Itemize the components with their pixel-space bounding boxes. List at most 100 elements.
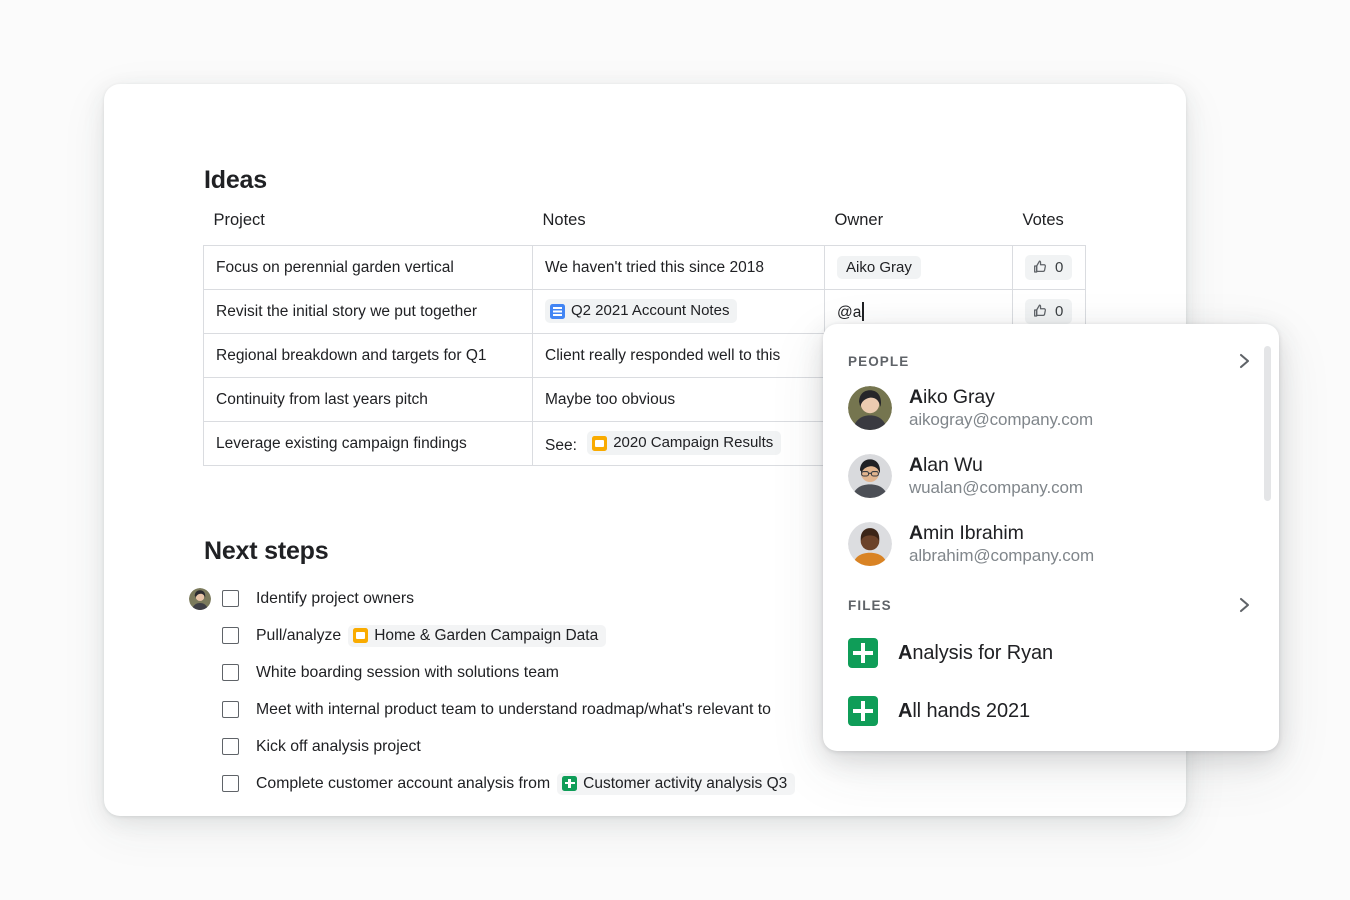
table-header-row: Project Notes Owner Votes	[204, 211, 1086, 246]
file-name-rest: ll hands 2021	[912, 700, 1030, 722]
vote-button[interactable]: 0	[1025, 299, 1072, 324]
notes-file-chip-label: 2020 Campaign Results	[613, 434, 773, 451]
cell-owner[interactable]: Aiko Gray	[825, 246, 1013, 290]
list-item-label: Kick off analysis project	[256, 738, 421, 756]
owner-chip[interactable]: Aiko Gray	[837, 256, 921, 279]
list-item-label: White boarding session with solutions te…	[256, 664, 559, 682]
file-name-rest: nalysis for Ryan	[912, 642, 1053, 664]
cell-project[interactable]: Revisit the initial story we put togethe…	[204, 290, 533, 334]
popup-scrollbar-thumb[interactable]	[1264, 346, 1271, 501]
match-highlight: A	[898, 642, 912, 664]
notes-file-chip[interactable]: 2020 Campaign Results	[587, 431, 781, 454]
mention-person-option-aiko-gray[interactable]: Aiko Gray aikogray@company.com	[823, 374, 1279, 442]
text-caret	[862, 302, 864, 321]
cell-notes[interactable]: We haven't tried this since 2018	[533, 246, 825, 290]
avatar	[848, 386, 892, 430]
list-item-text: Identify project owners	[256, 590, 414, 608]
list-item-text: Kick off analysis project	[256, 738, 421, 756]
list-item-file-chip[interactable]: Customer activity analysis Q3	[557, 773, 795, 795]
match-highlight: A	[909, 454, 923, 476]
google-sheets-icon	[562, 776, 577, 791]
notes-prefix-text: See:	[545, 438, 577, 455]
list-item-text: Complete customer account analysis from	[256, 775, 550, 793]
cell-project[interactable]: Regional breakdown and targets for Q1	[204, 334, 533, 378]
ideas-section-title: Ideas	[204, 166, 267, 195]
match-highlight: A	[909, 386, 923, 408]
list-item-label: Complete customer account analysis from …	[256, 773, 795, 795]
mention-person-option-amin-ibrahim[interactable]: Amin Ibrahim albrahim@company.com	[823, 510, 1279, 578]
mention-person-text: Alan Wu wualan@company.com	[909, 454, 1083, 499]
list-item-file-chip-label: Customer activity analysis Q3	[583, 775, 787, 793]
mention-person-option-alan-wu[interactable]: Alan Wu wualan@company.com	[823, 442, 1279, 510]
google-sheets-icon	[848, 638, 878, 668]
avatar	[848, 454, 892, 498]
notes-file-chip-label: Q2 2021 Account Notes	[571, 302, 729, 319]
google-slides-icon	[353, 628, 368, 643]
files-group-header[interactable]: FILES	[823, 592, 1279, 618]
people-group-label: PEOPLE	[848, 354, 909, 369]
mention-autocomplete-popup[interactable]: PEOPLE Aiko Gray aikogray@company.com	[823, 324, 1279, 751]
assignee-avatar-slot	[178, 588, 222, 610]
person-email: wualan@company.com	[909, 477, 1083, 498]
match-highlight: A	[898, 700, 912, 722]
cell-votes[interactable]: 0	[1013, 246, 1086, 290]
file-name: Analysis for Ryan	[898, 642, 1053, 665]
mention-typed-text: @a	[837, 302, 864, 322]
list-item-text: Pull/analyze	[256, 627, 341, 645]
vote-count: 0	[1055, 303, 1063, 320]
thumbs-up-icon	[1032, 303, 1048, 319]
list-item-file-chip-label: Home & Garden Campaign Data	[374, 627, 598, 645]
avatar	[848, 522, 892, 566]
table-row[interactable]: Focus on perennial garden vertical We ha…	[204, 246, 1086, 290]
checkbox-white-boarding-session[interactable]	[222, 664, 239, 681]
list-item[interactable]: Complete customer account analysis from …	[178, 765, 1078, 802]
person-name-rest: iko Gray	[923, 386, 995, 408]
list-item-label: Identify project owners	[256, 590, 414, 608]
chevron-right-icon[interactable]	[1233, 350, 1255, 372]
person-name: Aiko Gray	[909, 386, 1093, 410]
person-name: Alan Wu	[909, 454, 1083, 478]
checkbox-kick-off-analysis-project[interactable]	[222, 738, 239, 755]
list-item-label: Pull/analyze Home & Garden Campaign Data	[256, 625, 606, 647]
next-steps-section-title: Next steps	[204, 537, 328, 566]
column-header-project[interactable]: Project	[204, 211, 533, 246]
checkbox-complete-customer-account-analysis[interactable]	[222, 775, 239, 792]
google-sheets-icon	[848, 696, 878, 726]
people-group-header[interactable]: PEOPLE	[823, 348, 1279, 374]
file-name: All hands 2021	[898, 700, 1030, 723]
mention-file-option-analysis-for-ryan[interactable]: Analysis for Ryan	[823, 624, 1279, 682]
column-header-notes[interactable]: Notes	[533, 211, 825, 246]
cell-project[interactable]: Focus on perennial garden vertical	[204, 246, 533, 290]
cell-notes[interactable]: See: 2020 Campaign Results	[533, 422, 825, 466]
popup-scrollbar[interactable]	[1264, 346, 1271, 732]
avatar	[189, 588, 211, 610]
match-highlight: A	[909, 522, 923, 544]
column-header-owner[interactable]: Owner	[825, 211, 1013, 246]
notes-file-chip[interactable]: Q2 2021 Account Notes	[545, 299, 737, 322]
checkbox-pull-analyze[interactable]	[222, 627, 239, 644]
cell-notes[interactable]: Q2 2021 Account Notes	[533, 290, 825, 334]
vote-button[interactable]: 0	[1025, 255, 1072, 280]
files-group-label: FILES	[848, 598, 892, 613]
list-item-file-chip[interactable]: Home & Garden Campaign Data	[348, 625, 606, 647]
mention-person-text: Aiko Gray aikogray@company.com	[909, 386, 1093, 431]
mention-file-option-all-hands-2021[interactable]: All hands 2021	[823, 682, 1279, 740]
chevron-right-icon[interactable]	[1233, 594, 1255, 616]
google-docs-icon	[550, 304, 565, 319]
list-item-text: White boarding session with solutions te…	[256, 664, 559, 682]
list-item-label: Meet with internal product team to under…	[256, 701, 771, 719]
cell-project[interactable]: Leverage existing campaign findings	[204, 422, 533, 466]
cell-project[interactable]: Continuity from last years pitch	[204, 378, 533, 422]
thumbs-up-icon	[1032, 259, 1048, 275]
person-email: aikogray@company.com	[909, 409, 1093, 430]
person-email: albrahim@company.com	[909, 545, 1094, 566]
checkbox-identify-project-owners[interactable]	[222, 590, 239, 607]
cell-notes[interactable]: Client really responded well to this	[533, 334, 825, 378]
mention-person-text: Amin Ibrahim albrahim@company.com	[909, 522, 1094, 567]
cell-notes[interactable]: Maybe too obvious	[533, 378, 825, 422]
vote-count: 0	[1055, 259, 1063, 276]
person-name-rest: lan Wu	[923, 454, 983, 476]
checkbox-meet-with-internal-product-team[interactable]	[222, 701, 239, 718]
person-name-rest: min Ibrahim	[923, 522, 1024, 544]
column-header-votes[interactable]: Votes	[1013, 211, 1086, 246]
